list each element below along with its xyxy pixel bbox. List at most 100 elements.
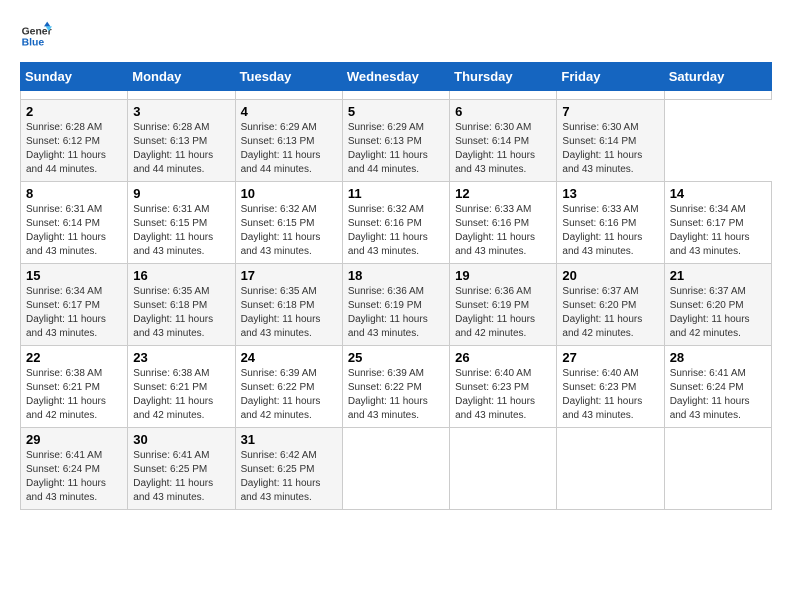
calendar-cell: 19 Sunrise: 6:36 AMSunset: 6:19 PMDaylig… [450,264,557,346]
calendar-cell: 11 Sunrise: 6:32 AMSunset: 6:16 PMDaylig… [342,182,449,264]
calendar-cell: 7 Sunrise: 6:30 AMSunset: 6:14 PMDayligh… [557,100,664,182]
day-info: Sunrise: 6:41 AMSunset: 6:24 PMDaylight:… [670,368,750,421]
day-info: Sunrise: 6:28 AMSunset: 6:13 PMDaylight:… [133,122,213,175]
day-number: 31 [241,432,337,447]
calendar-table: SundayMondayTuesdayWednesdayThursdayFrid… [20,62,772,510]
calendar-cell: 21 Sunrise: 6:37 AMSunset: 6:20 PMDaylig… [664,264,771,346]
calendar-cell [342,428,449,510]
day-number: 27 [562,350,658,365]
weekday-header-row: SundayMondayTuesdayWednesdayThursdayFrid… [21,63,772,91]
calendar-cell: 27 Sunrise: 6:40 AMSunset: 6:23 PMDaylig… [557,346,664,428]
calendar-week-2: 2 Sunrise: 6:28 AMSunset: 6:12 PMDayligh… [21,100,772,182]
calendar-cell: 2 Sunrise: 6:28 AMSunset: 6:12 PMDayligh… [21,100,128,182]
calendar-cell [557,91,664,100]
weekday-header-monday: Monday [128,63,235,91]
day-number: 4 [241,104,337,119]
day-number: 7 [562,104,658,119]
day-number: 10 [241,186,337,201]
day-info: Sunrise: 6:40 AMSunset: 6:23 PMDaylight:… [455,368,535,421]
day-number: 15 [26,268,122,283]
calendar-cell [235,91,342,100]
day-info: Sunrise: 6:32 AMSunset: 6:15 PMDaylight:… [241,204,321,257]
calendar-cell: 24 Sunrise: 6:39 AMSunset: 6:22 PMDaylig… [235,346,342,428]
day-number: 24 [241,350,337,365]
day-info: Sunrise: 6:38 AMSunset: 6:21 PMDaylight:… [133,368,213,421]
day-number: 26 [455,350,551,365]
day-info: Sunrise: 6:41 AMSunset: 6:25 PMDaylight:… [133,450,213,503]
calendar-week-3: 8 Sunrise: 6:31 AMSunset: 6:14 PMDayligh… [21,182,772,264]
calendar-cell [128,91,235,100]
page-header: General Blue [20,20,772,52]
day-info: Sunrise: 6:41 AMSunset: 6:24 PMDaylight:… [26,450,106,503]
day-number: 29 [26,432,122,447]
calendar-week-6: 29 Sunrise: 6:41 AMSunset: 6:24 PMDaylig… [21,428,772,510]
calendar-cell: 12 Sunrise: 6:33 AMSunset: 6:16 PMDaylig… [450,182,557,264]
day-number: 17 [241,268,337,283]
day-number: 18 [348,268,444,283]
calendar-cell: 31 Sunrise: 6:42 AMSunset: 6:25 PMDaylig… [235,428,342,510]
day-number: 13 [562,186,658,201]
calendar-cell: 20 Sunrise: 6:37 AMSunset: 6:20 PMDaylig… [557,264,664,346]
day-info: Sunrise: 6:39 AMSunset: 6:22 PMDaylight:… [348,368,428,421]
calendar-cell [664,428,771,510]
day-info: Sunrise: 6:29 AMSunset: 6:13 PMDaylight:… [348,122,428,175]
day-number: 23 [133,350,229,365]
calendar-cell: 13 Sunrise: 6:33 AMSunset: 6:16 PMDaylig… [557,182,664,264]
day-info: Sunrise: 6:33 AMSunset: 6:16 PMDaylight:… [455,204,535,257]
day-info: Sunrise: 6:37 AMSunset: 6:20 PMDaylight:… [562,286,642,339]
day-info: Sunrise: 6:35 AMSunset: 6:18 PMDaylight:… [133,286,213,339]
calendar-cell [342,91,449,100]
day-info: Sunrise: 6:30 AMSunset: 6:14 PMDaylight:… [455,122,535,175]
calendar-cell: 28 Sunrise: 6:41 AMSunset: 6:24 PMDaylig… [664,346,771,428]
calendar-cell: 26 Sunrise: 6:40 AMSunset: 6:23 PMDaylig… [450,346,557,428]
day-info: Sunrise: 6:32 AMSunset: 6:16 PMDaylight:… [348,204,428,257]
calendar-cell: 23 Sunrise: 6:38 AMSunset: 6:21 PMDaylig… [128,346,235,428]
calendar-cell: 18 Sunrise: 6:36 AMSunset: 6:19 PMDaylig… [342,264,449,346]
day-info: Sunrise: 6:30 AMSunset: 6:14 PMDaylight:… [562,122,642,175]
day-number: 19 [455,268,551,283]
calendar-cell: 9 Sunrise: 6:31 AMSunset: 6:15 PMDayligh… [128,182,235,264]
day-number: 3 [133,104,229,119]
weekday-header-thursday: Thursday [450,63,557,91]
day-info: Sunrise: 6:42 AMSunset: 6:25 PMDaylight:… [241,450,321,503]
calendar-cell [21,91,128,100]
day-number: 2 [26,104,122,119]
day-info: Sunrise: 6:31 AMSunset: 6:14 PMDaylight:… [26,204,106,257]
day-info: Sunrise: 6:36 AMSunset: 6:19 PMDaylight:… [455,286,535,339]
calendar-cell: 15 Sunrise: 6:34 AMSunset: 6:17 PMDaylig… [21,264,128,346]
logo-icon: General Blue [20,20,52,52]
calendar-week-1 [21,91,772,100]
calendar-cell: 8 Sunrise: 6:31 AMSunset: 6:14 PMDayligh… [21,182,128,264]
calendar-cell: 16 Sunrise: 6:35 AMSunset: 6:18 PMDaylig… [128,264,235,346]
calendar-cell: 25 Sunrise: 6:39 AMSunset: 6:22 PMDaylig… [342,346,449,428]
day-info: Sunrise: 6:28 AMSunset: 6:12 PMDaylight:… [26,122,106,175]
weekday-header-saturday: Saturday [664,63,771,91]
day-number: 11 [348,186,444,201]
day-info: Sunrise: 6:33 AMSunset: 6:16 PMDaylight:… [562,204,642,257]
day-info: Sunrise: 6:40 AMSunset: 6:23 PMDaylight:… [562,368,642,421]
day-number: 8 [26,186,122,201]
calendar-cell: 29 Sunrise: 6:41 AMSunset: 6:24 PMDaylig… [21,428,128,510]
calendar-cell: 10 Sunrise: 6:32 AMSunset: 6:15 PMDaylig… [235,182,342,264]
calendar-cell [450,428,557,510]
day-number: 5 [348,104,444,119]
calendar-week-4: 15 Sunrise: 6:34 AMSunset: 6:17 PMDaylig… [21,264,772,346]
day-info: Sunrise: 6:34 AMSunset: 6:17 PMDaylight:… [26,286,106,339]
calendar-week-5: 22 Sunrise: 6:38 AMSunset: 6:21 PMDaylig… [21,346,772,428]
weekday-header-friday: Friday [557,63,664,91]
day-info: Sunrise: 6:39 AMSunset: 6:22 PMDaylight:… [241,368,321,421]
weekday-header-wednesday: Wednesday [342,63,449,91]
calendar-cell: 4 Sunrise: 6:29 AMSunset: 6:13 PMDayligh… [235,100,342,182]
day-number: 16 [133,268,229,283]
day-info: Sunrise: 6:35 AMSunset: 6:18 PMDaylight:… [241,286,321,339]
calendar-cell [664,91,771,100]
day-number: 20 [562,268,658,283]
day-number: 30 [133,432,229,447]
day-number: 28 [670,350,766,365]
calendar-cell: 6 Sunrise: 6:30 AMSunset: 6:14 PMDayligh… [450,100,557,182]
day-info: Sunrise: 6:36 AMSunset: 6:19 PMDaylight:… [348,286,428,339]
day-number: 22 [26,350,122,365]
calendar-cell [557,428,664,510]
day-number: 25 [348,350,444,365]
day-info: Sunrise: 6:29 AMSunset: 6:13 PMDaylight:… [241,122,321,175]
